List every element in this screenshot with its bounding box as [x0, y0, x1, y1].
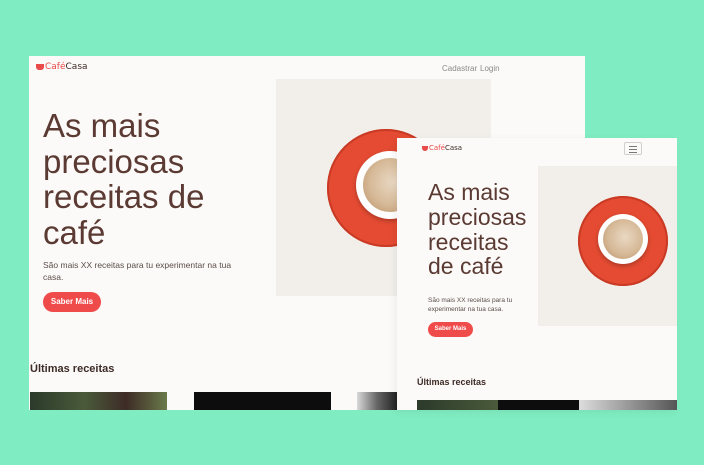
nav-login-link[interactable]: Login [480, 64, 500, 73]
hamburger-menu-icon[interactable] [624, 142, 642, 155]
recipes-section-title: Últimas receitas [417, 377, 487, 387]
recipe-card[interactable] [417, 400, 498, 410]
recipe-card[interactable] [579, 400, 677, 410]
hero-title-line: preciosas [428, 203, 527, 230]
hero-title: As mais preciosas receitas de café [43, 108, 204, 251]
brand-cafe: Café [45, 62, 66, 72]
hero-title-line: As mais [43, 107, 161, 144]
saber-mais-button[interactable]: Saber Mais [428, 322, 473, 337]
hero-title: As mais preciosas receitas de café [428, 180, 526, 279]
hero-subtitle: São mais XX receitas para tu experimenta… [43, 260, 232, 283]
hero-title-line: As mais [428, 179, 510, 205]
hero-title-line: preciosas [43, 142, 185, 180]
recipe-card[interactable] [498, 400, 579, 410]
nav-signup-link[interactable]: Cadastrar [442, 64, 477, 73]
brand-logo[interactable]: Café Casa [36, 62, 88, 72]
brand-logo[interactable]: Café Casa [422, 144, 462, 152]
coffee-cup-icon [36, 64, 44, 70]
recipe-card[interactable] [194, 392, 331, 410]
hero-title-line: receitas [428, 228, 509, 255]
hero-title-line: café [43, 213, 106, 251]
mobile-preview: Café Casa As mais preciosas receitas de c… [397, 138, 677, 410]
brand-cafe: Café [429, 144, 445, 152]
coffee-cup-icon [422, 145, 428, 151]
hero-title-line: de café [428, 253, 504, 280]
recipe-card[interactable] [30, 392, 167, 410]
coffee-shape [603, 219, 643, 259]
hero-title-line: receitas de [43, 178, 205, 216]
hero-coffee-image [538, 166, 677, 326]
hero-subtitle: São mais XX receitas para tu experimenta… [428, 297, 513, 314]
brand-casa: Casa [65, 62, 88, 72]
recipes-section-title: Últimas receitas [30, 363, 115, 375]
recipe-card[interactable] [357, 392, 397, 410]
saber-mais-button[interactable]: Saber Mais [43, 292, 101, 312]
brand-casa: Casa [444, 144, 463, 152]
